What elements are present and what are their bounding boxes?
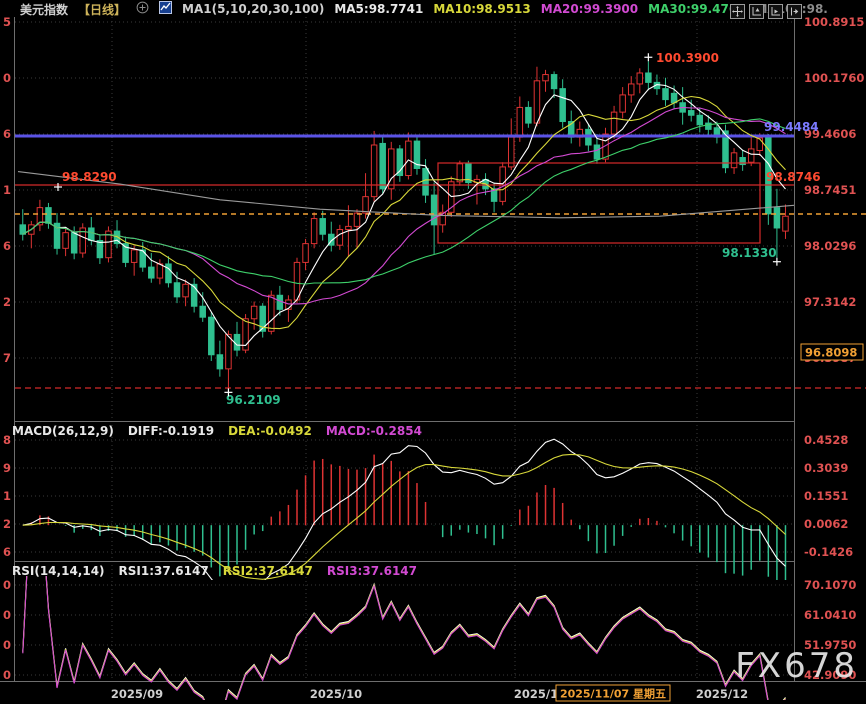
axis-scale-right-icon[interactable] [768,4,783,19]
ma-params-label: MA1(5,10,20,30,100) [182,2,324,16]
svg-text:0: 0 [3,668,11,682]
add-indicator-icon[interactable] [136,1,149,17]
svg-text:5: 5 [3,15,11,29]
svg-text:6: 6 [3,127,11,141]
svg-text:98.7451: 98.7451 [804,183,856,197]
macd-macd-value: MACD:-0.2854 [326,424,422,438]
chart-app: 100.8915100.176099.460698.745198.029697.… [0,0,866,704]
svg-text:1: 1 [3,489,11,503]
svg-text:-0.1426: -0.1426 [804,545,853,559]
macd-dea-value: DEA:-0.0492 [228,424,312,438]
rsi3-value: RSI3:37.6147 [327,564,417,578]
svg-text:6: 6 [3,239,11,253]
macd-params-label: MACD(26,12,9) [12,424,114,438]
candle[interactable] [457,161,463,186]
ma5-value: MA5:98.7741 [334,2,423,16]
svg-text:98.8746: 98.8746 [766,170,821,184]
rsi-params-label: RSI(14,14,14) [12,564,105,578]
svg-text:2025/10: 2025/10 [310,687,362,701]
svg-text:98.0296: 98.0296 [804,239,856,253]
candle[interactable] [106,226,112,262]
svg-text:0: 0 [3,578,11,592]
candle[interactable] [209,312,215,361]
svg-text:98.8290: 98.8290 [62,170,117,184]
period-tag: 【日线】 [78,1,126,18]
svg-text:61.0410: 61.0410 [804,608,856,622]
current-price-axis-box: 96.8098 [801,344,863,360]
svg-text:100.1760: 100.1760 [804,71,864,85]
candle[interactable] [80,223,86,257]
svg-text:0.3039: 0.3039 [804,461,848,475]
svg-text:9: 9 [3,461,11,475]
axis-scale-up-icon[interactable] [749,4,764,19]
macd-diff-value: DIFF:-0.1919 [128,424,214,438]
rsi1-value: RSI1:37.6147 [119,564,209,578]
svg-text:2025/11/07 星期五: 2025/11/07 星期五 [560,687,666,701]
main-header: 美元指数 【日线】 MA1(5,10,20,30,100) MA5:98.774… [20,1,828,17]
svg-text:97.3142: 97.3142 [804,295,856,309]
rsi-header: RSI(14,14,14) RSI1:37.6147 RSI2:37.6147 … [12,563,417,579]
price-chart[interactable]: 100.8915100.176099.460698.745198.029697.… [0,0,866,704]
rsi2-value: RSI2:37.6147 [223,564,313,578]
svg-text:2: 2 [3,295,11,309]
chart-type-icon[interactable] [159,1,172,17]
svg-text:96.2109: 96.2109 [226,393,281,407]
svg-text:2025/12: 2025/12 [696,687,748,701]
svg-text:0.4528: 0.4528 [804,433,848,447]
svg-text:2025/09: 2025/09 [111,687,163,701]
svg-text:0.0062: 0.0062 [804,517,848,531]
svg-text:100.3900: 100.3900 [656,51,719,65]
svg-text:2: 2 [3,517,11,531]
svg-text:7: 7 [3,351,11,365]
ma20-value: MA20:99.3900 [541,2,638,16]
svg-text:99.4484: 99.4484 [764,120,819,134]
shift-right-icon[interactable] [787,4,802,19]
svg-text:0.1551: 0.1551 [804,489,848,503]
svg-text:70.1070: 70.1070 [804,578,856,592]
ma10-value: MA10:98.9513 [433,2,530,16]
svg-text:0: 0 [3,608,11,622]
pan-tool-icon[interactable] [730,4,745,19]
svg-text:100.8915: 100.8915 [804,15,864,29]
svg-text:96.8098: 96.8098 [805,346,857,360]
chart-toolbar [726,4,802,19]
watermark: FX678 [735,646,858,686]
svg-text:8: 8 [3,433,11,447]
instrument-title: 美元指数 [20,1,68,18]
candle[interactable] [414,136,420,175]
svg-text:0: 0 [3,71,11,85]
svg-text:6: 6 [3,545,11,559]
svg-text:1: 1 [3,183,11,197]
crosshair-date-label: 2025/11/07 星期五 [556,685,670,701]
svg-text:0: 0 [3,638,11,652]
svg-text:98.1330: 98.1330 [722,246,777,260]
macd-header: MACD(26,12,9) DIFF:-0.1919 DEA:-0.0492 M… [12,423,422,439]
